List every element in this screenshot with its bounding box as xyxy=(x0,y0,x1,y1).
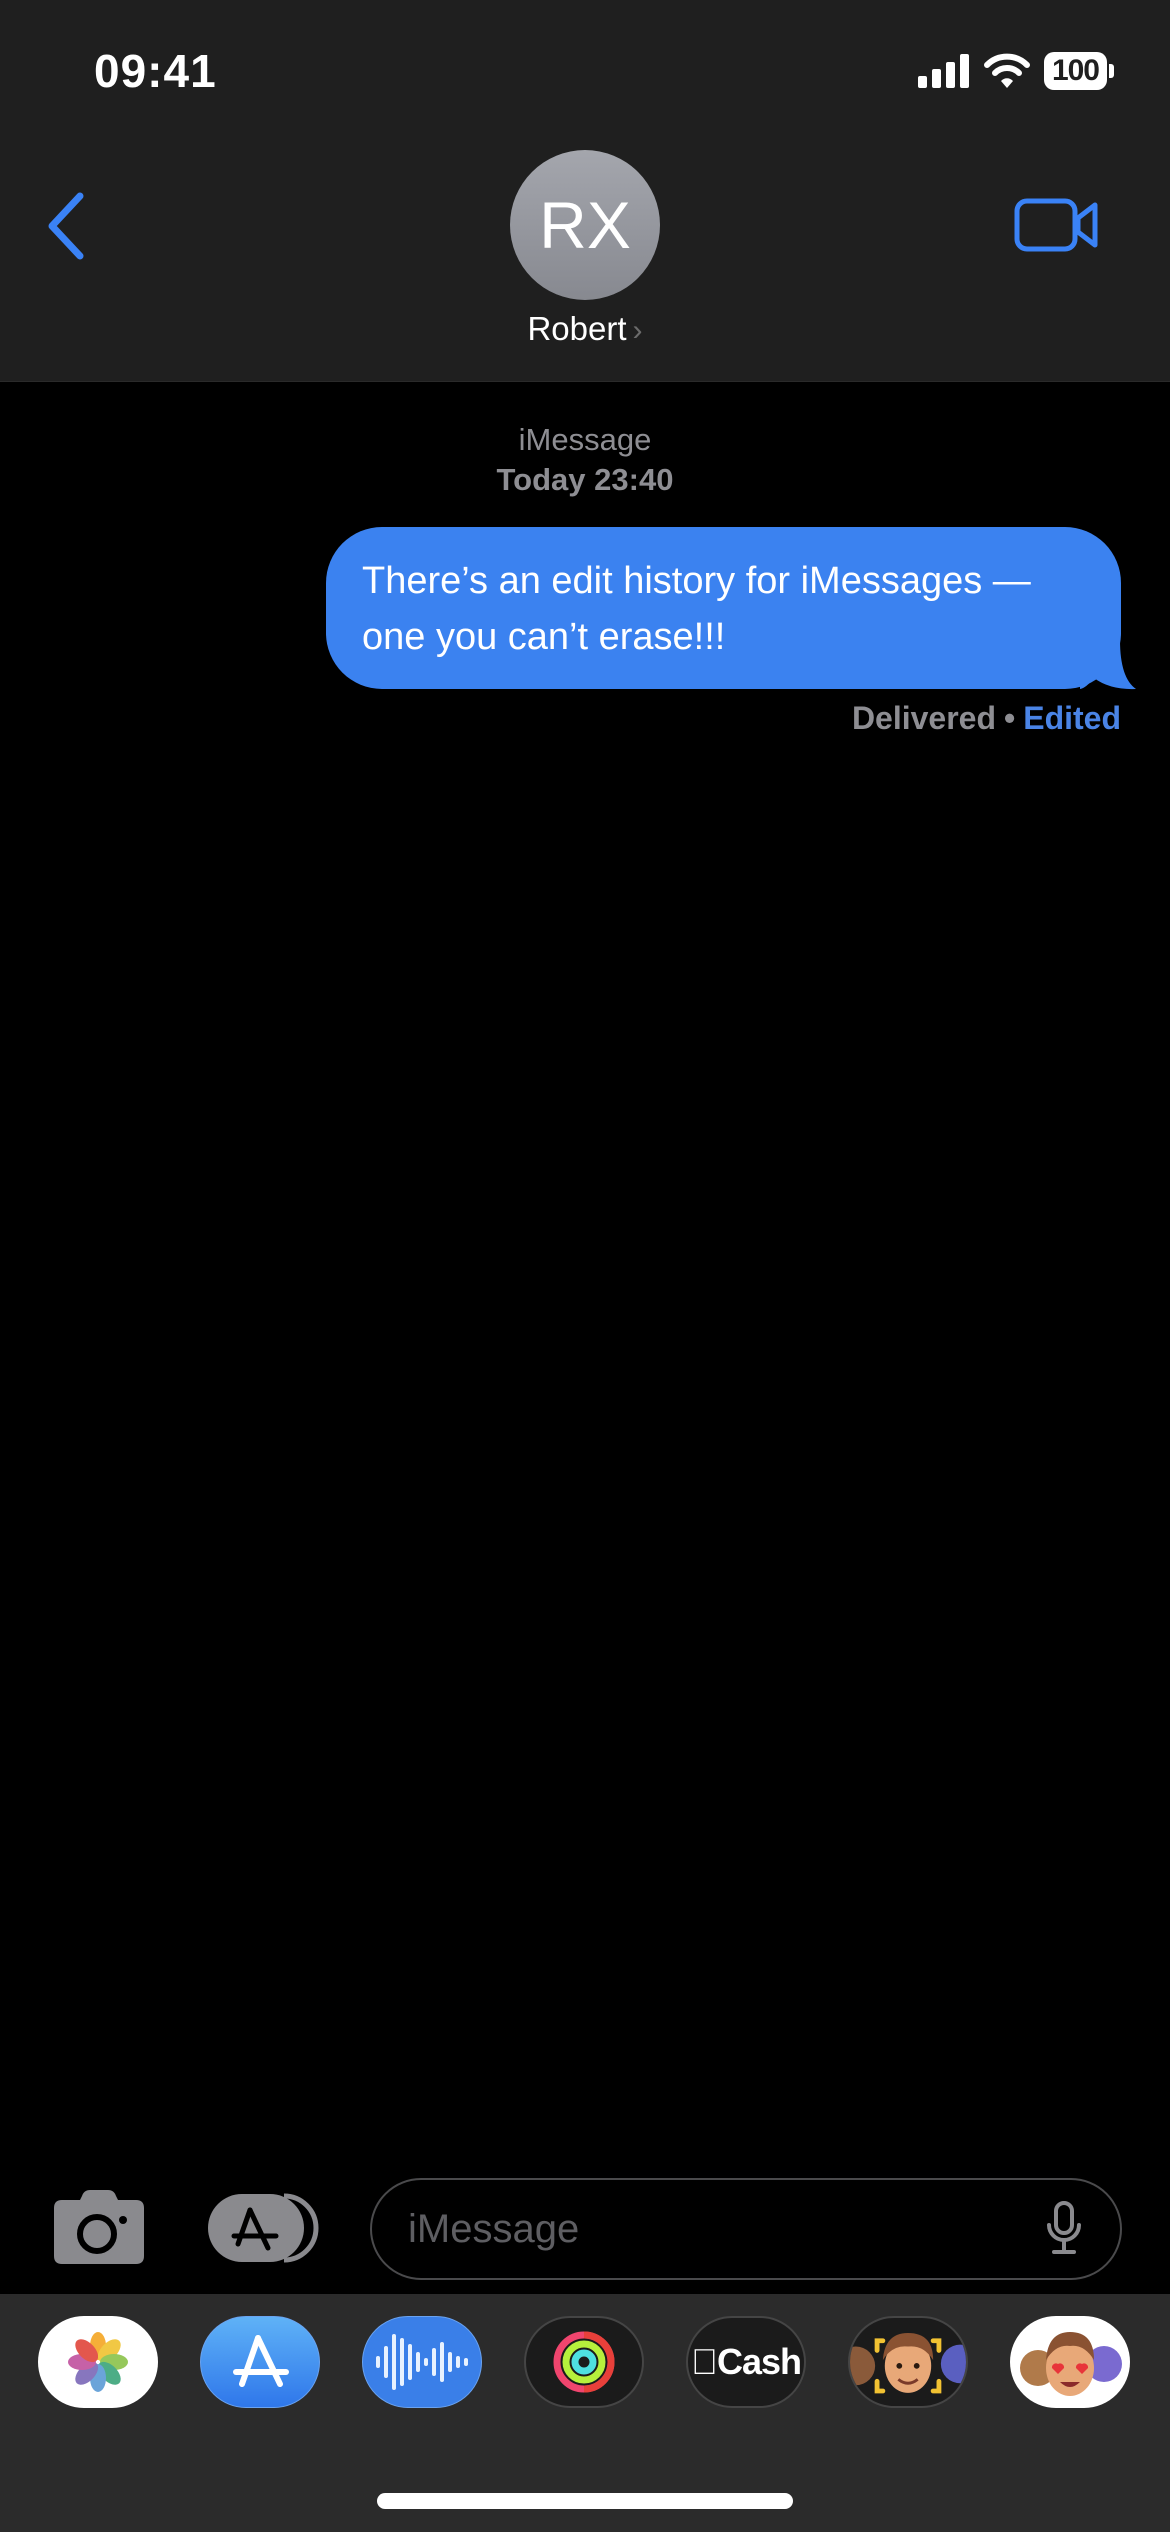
app-app-store[interactable] xyxy=(200,2316,320,2408)
cellular-signal-icon xyxy=(917,54,969,88)
memoji-stickers-icon xyxy=(1020,2332,1122,2396)
battery-level: 100 xyxy=(1043,52,1107,90)
battery-indicator: 100 xyxy=(1043,52,1114,90)
app-store-icon xyxy=(233,2335,289,2387)
chevron-right-icon: › xyxy=(632,314,643,347)
message-text: There’s an edit history for iMessages — … xyxy=(362,560,1031,658)
apple-cash-label: Cash xyxy=(703,2341,802,2382)
dictation-button[interactable] xyxy=(1044,2201,1084,2257)
microphone-icon xyxy=(1047,2201,1081,2254)
delivery-receipt: Delivered • Edited xyxy=(852,700,1121,737)
app-photos[interactable] xyxy=(38,2316,158,2408)
app-apple-cash[interactable]: Cash xyxy=(686,2316,806,2408)
conversation-meta: iMessage Today 23:40 xyxy=(0,420,1170,500)
memoji-icon xyxy=(850,2333,966,2394)
outgoing-message-bubble[interactable]: There’s an edit history for iMessages — … xyxy=(326,527,1121,689)
photos-icon xyxy=(68,2332,128,2392)
apps-button[interactable] xyxy=(206,2192,320,2264)
app-fitness[interactable] xyxy=(524,2316,644,2408)
delivered-status: Delivered xyxy=(851,700,997,736)
message-timestamp: Today 23:40 xyxy=(496,462,674,497)
contact-name: Robert xyxy=(527,310,627,347)
video-camera-icon xyxy=(1014,198,1098,252)
bubble-tail xyxy=(1080,640,1136,690)
message-input[interactable] xyxy=(408,2206,1044,2252)
conversation-header: 09:41 100 RX Robert › xyxy=(0,0,1170,382)
app-store-icon xyxy=(208,2193,319,2263)
apple-logo-icon:  xyxy=(691,2341,718,2383)
status-icons: 100 xyxy=(917,52,1114,90)
camera-button[interactable] xyxy=(52,2190,146,2264)
wifi-icon xyxy=(983,53,1030,88)
chevron-left-icon xyxy=(48,192,84,260)
facetime-video-button[interactable] xyxy=(1014,196,1100,254)
camera-icon xyxy=(54,2190,144,2264)
avatar-initials: RX xyxy=(539,188,631,262)
audio-waveform-icon xyxy=(376,2334,468,2390)
app-audio-message[interactable] xyxy=(362,2316,482,2408)
app-memoji[interactable] xyxy=(848,2316,968,2408)
battery-tip xyxy=(1109,64,1114,78)
service-label: iMessage xyxy=(518,422,652,457)
receipt-separator: • xyxy=(1004,700,1016,736)
app-drawer: Cash xyxy=(0,2294,1170,2532)
message-input-field[interactable] xyxy=(370,2178,1122,2280)
contact-name-button[interactable]: Robert › xyxy=(0,310,1170,348)
activity-rings-icon xyxy=(553,2331,615,2393)
edited-link[interactable]: Edited xyxy=(1023,700,1121,736)
back-button[interactable] xyxy=(40,186,100,266)
app-memoji-stickers[interactable] xyxy=(1010,2316,1130,2408)
contact-avatar[interactable]: RX xyxy=(510,150,660,300)
home-indicator[interactable] xyxy=(377,2493,793,2509)
status-time: 09:41 xyxy=(94,45,217,97)
